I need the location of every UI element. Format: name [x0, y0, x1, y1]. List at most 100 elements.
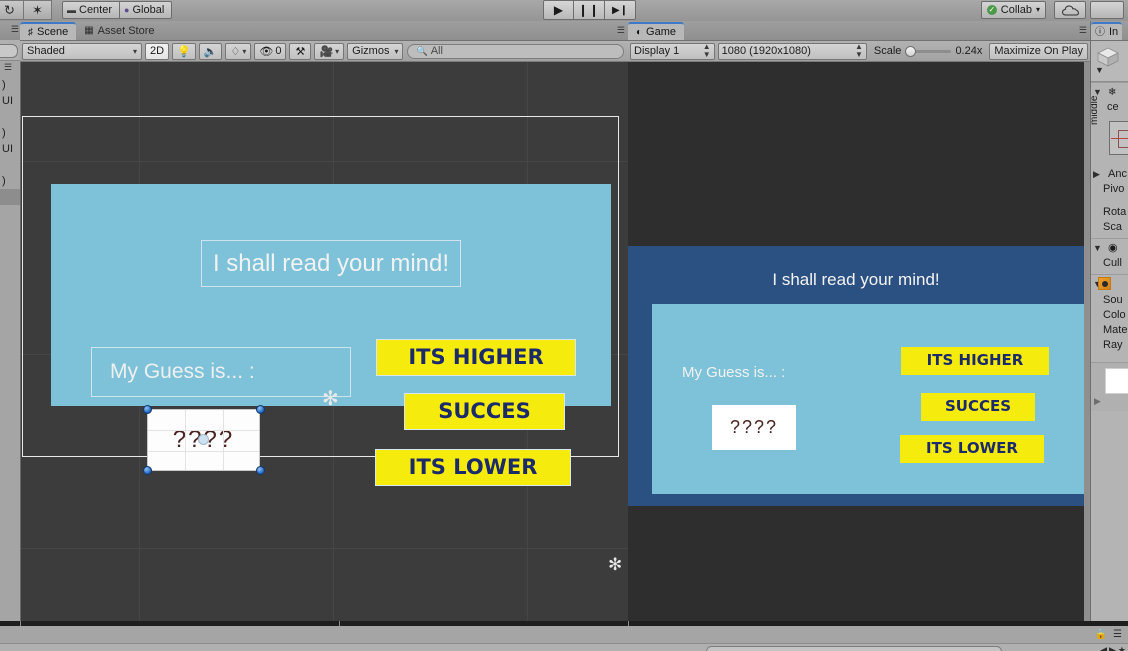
tab-asset-store[interactable]: ▦ Asset Store	[76, 22, 162, 40]
scene-panel-menu-icon[interactable]: ☰	[617, 25, 625, 36]
rect-handle-top-left[interactable]	[143, 405, 152, 414]
rect-handle-top-right[interactable]	[256, 405, 265, 414]
pivot-mode-button[interactable]: ▬ Center	[62, 1, 121, 19]
list-item[interactable]: )	[0, 125, 20, 141]
pivot-mode-label: Center	[79, 4, 113, 16]
scale-slider-track[interactable]	[905, 45, 952, 57]
tab-inspector[interactable]: ⓘ In	[1091, 22, 1123, 40]
list-item[interactable]: UI	[0, 141, 20, 157]
list-item[interactable]	[0, 109, 20, 125]
preview-expand-icon[interactable]: ▶	[1094, 396, 1101, 407]
lighting-toggle-button[interactable]: 💡	[172, 42, 196, 60]
scale-slider-group[interactable]: Scale 0.24x	[870, 43, 986, 60]
anchors-row[interactable]: ▶ Anc	[1091, 167, 1128, 182]
scene-button-succes[interactable]: SUCCES	[404, 393, 565, 430]
rotate-tool-icon: ↻	[4, 2, 15, 18]
nav-back-icon[interactable]: ◀	[1100, 645, 1107, 651]
audio-toggle-button[interactable]: 🔈	[198, 42, 223, 60]
list-item[interactable]: )	[0, 77, 20, 93]
game-button-succes[interactable]: SUCCES	[921, 393, 1035, 421]
raycast-target-row[interactable]: Ray	[1091, 338, 1128, 353]
chevron-down-icon[interactable]: ▼	[1093, 241, 1102, 256]
collab-button[interactable]: ✓ Collab ▾	[980, 1, 1046, 19]
scene-title-text[interactable]: I shall read your mind!	[201, 240, 461, 287]
hierarchy-options-icon[interactable]: ☰	[4, 62, 12, 73]
pivot-rotation-button[interactable]: ● Global	[120, 1, 173, 19]
nav-forward-icon[interactable]: ▶	[1109, 645, 1116, 651]
list-item-selected[interactable]	[0, 189, 20, 205]
rect-handle-bottom-right[interactable]	[256, 466, 265, 475]
scale-row[interactable]: Sca	[1091, 220, 1128, 235]
scene-search-input[interactable]: 🔍 All	[407, 43, 624, 59]
scale-slider-knob[interactable]	[905, 45, 917, 57]
chevron-right-icon[interactable]: ▶	[1093, 167, 1100, 182]
lock-icon[interactable]: 🔒	[1095, 629, 1107, 640]
game-button-its-lower[interactable]: ITS LOWER	[900, 435, 1044, 463]
game-input-field[interactable]: ????	[712, 405, 796, 450]
pivot-row[interactable]: Pivo	[1091, 182, 1128, 197]
canvas-renderer-header[interactable]: ▼ ◉	[1091, 241, 1128, 256]
play-icon: ▶	[553, 3, 564, 17]
cloud-services-button[interactable]	[1054, 1, 1086, 19]
rotation-row[interactable]: Rota	[1091, 205, 1128, 220]
anchor-preset-box[interactable]	[1109, 121, 1128, 155]
cull-transparent-row[interactable]: Cull	[1091, 256, 1128, 271]
step-icon: ▶❙	[611, 4, 629, 16]
list-item[interactable]: )	[0, 173, 20, 189]
list-item[interactable]: UI	[0, 93, 20, 109]
color-row[interactable]: Colo	[1091, 308, 1128, 323]
scene-camera-button[interactable]: 🎥 ▾	[314, 42, 345, 60]
scene-guess-label[interactable]: My Guess is... :	[91, 347, 351, 397]
display-dropdown[interactable]: Display 1 ▲ ▼	[630, 42, 715, 60]
canvas-resize-gizmo-icon[interactable]: ✻	[608, 556, 622, 573]
game-panel-menu-icon[interactable]: ☰	[1079, 25, 1087, 36]
scene-tools-button[interactable]: ⚒	[289, 42, 312, 60]
rect-handle-bottom-left[interactable]	[143, 466, 152, 475]
scene-viewport[interactable]: I shall read your mind! My Guess is... :…	[20, 62, 629, 623]
scale-label: Scale	[873, 45, 902, 57]
hierarchy-menu-icon[interactable]: ☰	[11, 24, 19, 35]
scene-button-its-higher[interactable]: ITS HIGHER	[376, 339, 576, 376]
input-grid-line	[148, 451, 259, 452]
maximize-on-play-button[interactable]: Maximize On Play	[989, 42, 1088, 60]
source-image-row[interactable]: Sou	[1091, 293, 1128, 308]
play-button[interactable]: ▶	[543, 0, 574, 20]
main-toolbar: ↻ ✶ ▬ Center ● Global ▶ ❙❙ ▶❙ ✓ Collab ▾	[0, 0, 1128, 22]
account-button[interactable]	[1090, 1, 1124, 19]
pivot-icon: ▬	[67, 5, 76, 15]
tab-scene[interactable]: ♯ Scene	[20, 22, 77, 40]
resolution-dropdown[interactable]: 1080 (1920x1080) ▲ ▼	[717, 42, 867, 60]
draw-mode-label: Shaded	[27, 45, 65, 57]
effects-dropdown-button[interactable]: ♢ ▾	[225, 42, 252, 60]
prefab-dropdown-caret-icon[interactable]: ▼	[1095, 65, 1104, 75]
hierarchy-tabstrip: ☰	[0, 21, 20, 41]
grid-icon: ♯	[28, 26, 33, 38]
rect-pivot-handle[interactable]	[198, 434, 209, 445]
draw-mode-dropdown[interactable]: Shaded ▾	[22, 42, 142, 60]
tab-game[interactable]: ◐ Game	[628, 22, 685, 40]
game-viewport[interactable]: I shall read your mind! My Guess is... :…	[628, 62, 1090, 623]
step-button[interactable]: ▶❙	[605, 0, 636, 20]
anchors-label: Anc	[1108, 168, 1127, 180]
hierarchy-list: ) UI ) UI )	[0, 77, 20, 205]
scene-grid-line	[21, 548, 629, 549]
toggle-2d-button[interactable]: 2D	[145, 42, 170, 60]
hierarchy-search-input[interactable]	[0, 44, 18, 58]
menu-icon[interactable]: ☰	[1113, 629, 1122, 640]
scene-button-its-lower[interactable]: ITS LOWER	[375, 449, 571, 486]
gizmos-dropdown-button[interactable]: Gizmos ▾	[347, 42, 404, 60]
anchor-preset-widget[interactable]: middle	[1091, 96, 1128, 167]
rotate-tool-button[interactable]: ↻	[0, 0, 24, 20]
image-component-header[interactable]: ▼	[1091, 277, 1128, 293]
material-row[interactable]: Mate	[1091, 323, 1128, 338]
bottom-search-input[interactable]	[706, 646, 1002, 651]
game-button-its-higher[interactable]: ITS HIGHER	[901, 347, 1049, 375]
list-item[interactable]	[0, 157, 20, 173]
bottom-nav-buttons: ◀ ▶ ★	[1100, 645, 1126, 651]
pause-button[interactable]: ❙❙	[574, 0, 605, 20]
tab-game-label: Game	[646, 25, 677, 38]
hidden-objects-button[interactable]: 👁 0	[254, 42, 287, 60]
hierarchy-panel[interactable]: ☰ ☰ ) UI ) UI )	[0, 21, 21, 621]
favorite-icon[interactable]: ★	[1118, 645, 1126, 651]
scale-tool-button[interactable]: ✶	[24, 0, 52, 20]
